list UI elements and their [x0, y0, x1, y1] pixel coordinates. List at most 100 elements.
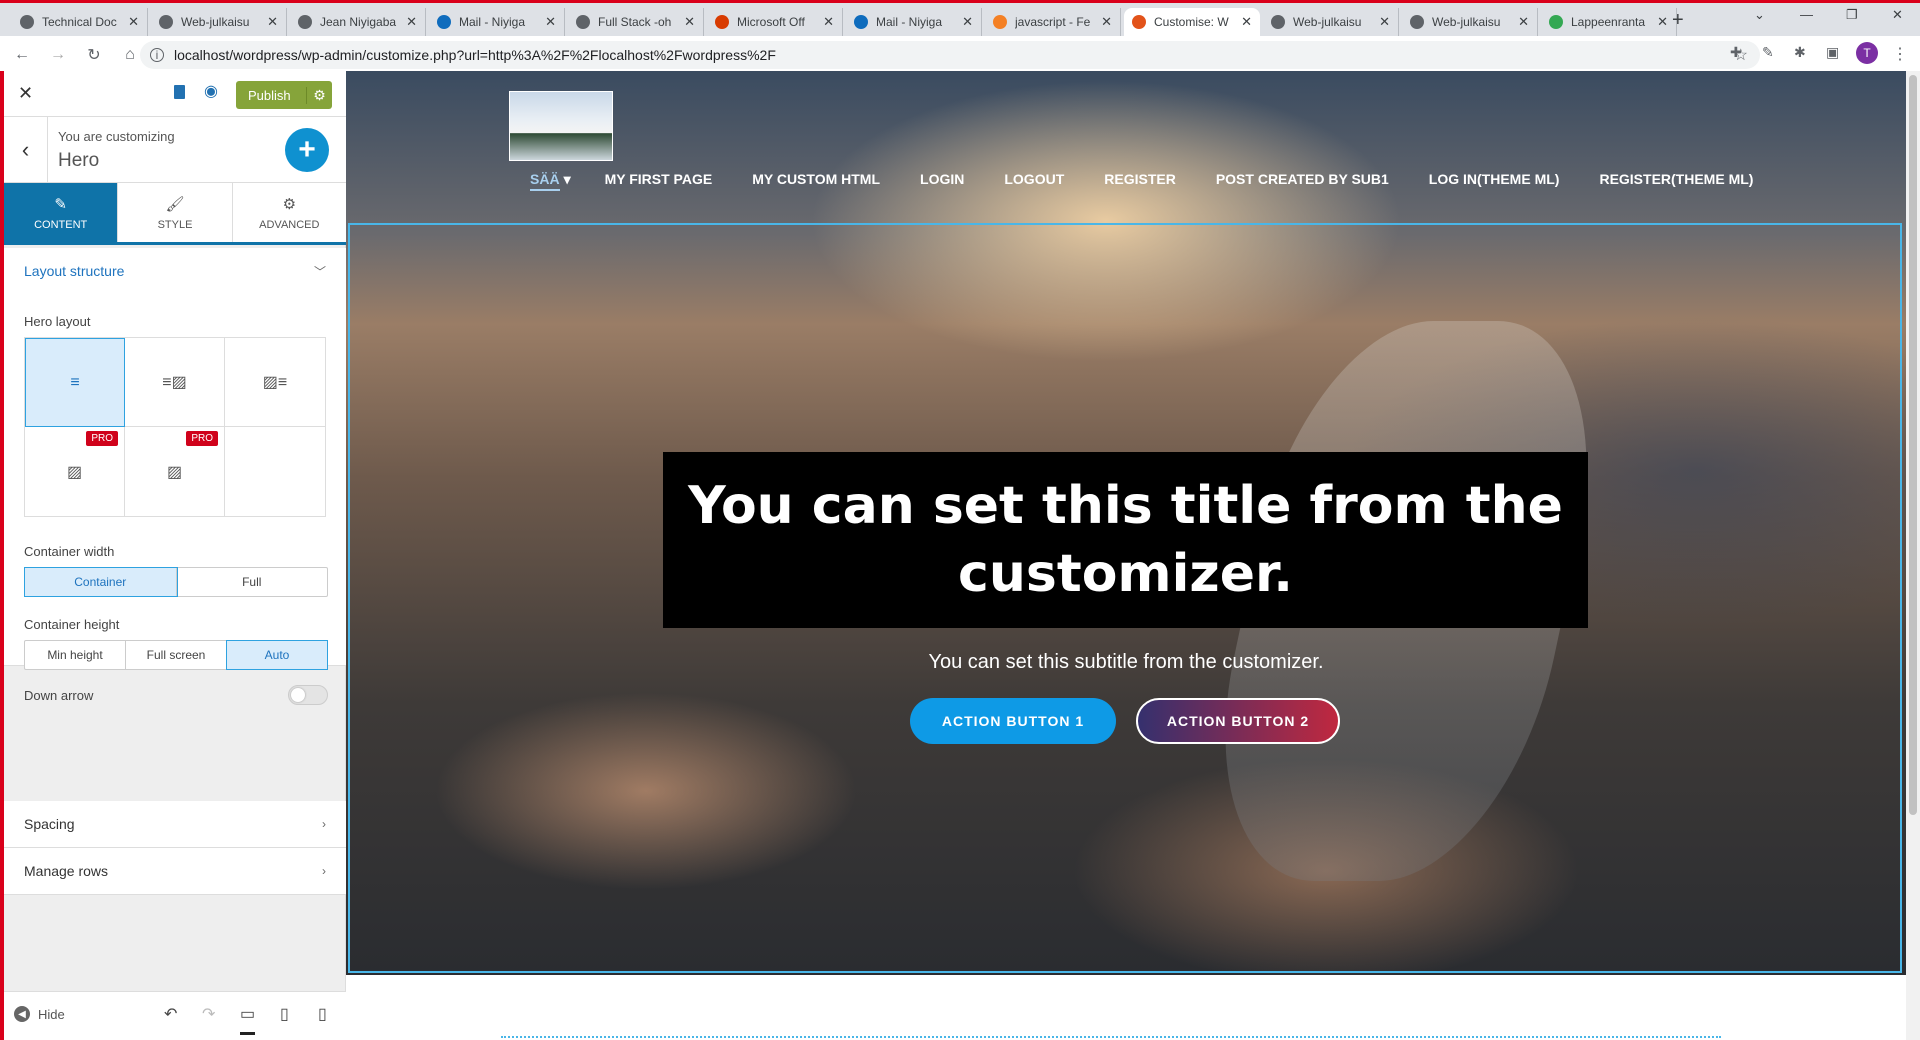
eyedropper-icon[interactable]: ✎: [1762, 44, 1774, 61]
layout-option-image-top[interactable]: PRO ▨: [25, 427, 125, 516]
tab-close-icon[interactable]: ✕: [823, 14, 834, 30]
browser-tab[interactable]: javascript - Fe ✕: [985, 8, 1121, 36]
image-top-icon: ▨: [66, 463, 83, 481]
layout-option-image-text[interactable]: ▨≡: [225, 338, 325, 427]
puzzle-icon[interactable]: ▣: [1826, 44, 1839, 61]
tab-favicon-icon: [1132, 15, 1146, 29]
site-nav-item[interactable]: REGISTER(THEME ML): [1599, 171, 1753, 191]
preview-scrollbar[interactable]: [1906, 71, 1920, 1040]
menu-kebab-icon[interactable]: ⋮: [1892, 44, 1908, 64]
tab-close-icon[interactable]: ✕: [406, 14, 417, 30]
action-button-2[interactable]: ACTION BUTTON 2: [1136, 698, 1340, 744]
container-height-auto[interactable]: Auto: [226, 640, 328, 670]
browser-tab[interactable]: Web-julkaisu ✕: [1402, 8, 1538, 36]
site-nav-item[interactable]: LOGIN: [920, 171, 964, 191]
browser-tab[interactable]: Microsoft Off ✕: [707, 8, 843, 36]
hero-layout-grid: ≡ ≡▨ ▨≡ PRO ▨ PRO ▨: [24, 337, 326, 517]
dropdown-caret-icon[interactable]: ▾: [564, 171, 571, 191]
browser-tab[interactable]: Mail - Niyiga ✕: [846, 8, 982, 36]
tab-close-icon[interactable]: ✕: [545, 14, 556, 30]
tab-close-icon[interactable]: ✕: [1101, 14, 1112, 30]
site-nav-item[interactable]: POST CREATED BY SUB1: [1216, 171, 1389, 191]
site-nav-item[interactable]: SÄÄ: [530, 171, 560, 191]
container-width-full[interactable]: Full: [177, 568, 328, 596]
publish-button[interactable]: Publish ⚙: [236, 81, 332, 109]
layout-option-image-bottom[interactable]: PRO ▨: [125, 427, 225, 516]
tab-close-icon[interactable]: ✕: [267, 14, 278, 30]
container-width-container[interactable]: Container: [24, 567, 178, 597]
tab-close-icon[interactable]: ✕: [684, 14, 695, 30]
tab-content[interactable]: ✎ CONTENT: [4, 183, 119, 242]
hide-controls-button[interactable]: ◀ Hide: [14, 1006, 65, 1022]
layout-option-centered[interactable]: ≡: [25, 338, 125, 427]
spacing-section[interactable]: Spacing ›: [4, 801, 346, 848]
tab-close-icon[interactable]: ✕: [1518, 14, 1529, 30]
tab-close-icon[interactable]: ✕: [962, 14, 973, 30]
tablet-preview-icon[interactable]: ▯: [280, 1004, 289, 1024]
bug-icon[interactable]: ✱: [1794, 44, 1806, 61]
tab-close-icon[interactable]: ✕: [1657, 14, 1668, 30]
site-logo[interactable]: [509, 91, 613, 161]
tab-title: Web-julkaisu: [181, 15, 250, 29]
tab-title: Web-julkaisu: [1293, 15, 1362, 29]
preview-eye-icon[interactable]: ◉: [204, 81, 218, 101]
tab-strip: Technical Doc ✕ Web-julkaisu ✕ Jean Niyigaba…: [0, 6, 1920, 36]
browser-tab[interactable]: Jean Niyigaba ✕: [290, 8, 426, 36]
tab-title: Lappeenranta: [1571, 15, 1646, 29]
chevron-down-icon: ﹀: [313, 264, 326, 279]
back-chevron-icon[interactable]: ‹: [4, 117, 48, 183]
layout-structure-toggle[interactable]: Layout structure ﹀: [4, 248, 346, 294]
publish-label: Publish: [248, 87, 291, 103]
tab-close-icon[interactable]: ✕: [1379, 14, 1390, 30]
close-window-button[interactable]: ✕: [1892, 7, 1903, 23]
layout-option-text-image[interactable]: ≡▨: [125, 338, 225, 427]
tab-style[interactable]: 🖌 STYLE: [118, 183, 233, 242]
add-plus-button[interactable]: +: [285, 128, 329, 172]
site-nav-item[interactable]: REGISTER: [1104, 171, 1176, 191]
address-bar[interactable]: i localhost/wordpress/wp-admin/customize…: [140, 41, 1760, 69]
desktop-preview-icon[interactable]: ▭: [240, 1004, 256, 1035]
restore-button[interactable]: ❐: [1846, 7, 1858, 23]
site-info-icon[interactable]: i: [150, 48, 164, 62]
tab-favicon-icon: [1271, 15, 1285, 29]
redo-icon[interactable]: ↷: [202, 1004, 215, 1024]
tab-title: Full Stack -oh: [598, 15, 672, 29]
browser-tab[interactable]: Technical Doc ✕: [12, 8, 148, 36]
extension-icon[interactable]: ✚: [1730, 44, 1742, 61]
new-tab-button[interactable]: +: [1672, 9, 1684, 32]
reload-button[interactable]: ↻: [80, 45, 108, 65]
hero-title[interactable]: You can set this title from the customiz…: [663, 452, 1588, 628]
down-arrow-toggle[interactable]: [288, 685, 328, 705]
browser-tab[interactable]: Lappeenranta ✕: [1541, 8, 1677, 36]
document-icon[interactable]: [174, 85, 185, 99]
container-height-fullscreen[interactable]: Full screen: [126, 641, 227, 669]
browser-tab[interactable]: Mail - Niyiga ✕: [429, 8, 565, 36]
action-button-1[interactable]: ACTION BUTTON 1: [910, 698, 1116, 744]
container-height-min[interactable]: Min height: [25, 641, 126, 669]
browser-tab[interactable]: Customise: W ✕: [1124, 8, 1260, 36]
site-nav-item[interactable]: MY CUSTOM HTML: [752, 171, 880, 191]
tab-favicon-icon: [1410, 15, 1424, 29]
manage-rows-section[interactable]: Manage rows ›: [4, 848, 346, 895]
minimize-button[interactable]: —: [1800, 7, 1813, 22]
scrollbar-thumb[interactable]: [1909, 75, 1917, 815]
close-icon[interactable]: ✕: [18, 83, 33, 104]
undo-icon[interactable]: ↶: [164, 1004, 177, 1024]
hero-subtitle[interactable]: You can set this subtitle from the custo…: [346, 651, 1906, 674]
tab-close-icon[interactable]: ✕: [128, 14, 139, 30]
publish-settings-gear-icon[interactable]: ⚙: [306, 86, 332, 104]
tab-search-icon[interactable]: ⌄: [1754, 7, 1765, 23]
browser-tab[interactable]: Full Stack -oh ✕: [568, 8, 704, 36]
site-nav-item[interactable]: LOGOUT: [1004, 171, 1064, 191]
profile-avatar[interactable]: T: [1856, 42, 1878, 64]
site-nav-item[interactable]: LOG IN(THEME ML): [1429, 171, 1560, 191]
browser-tab[interactable]: Web-julkaisu ✕: [151, 8, 287, 36]
brush-icon: 🖌: [165, 195, 185, 213]
tab-advanced[interactable]: ⚙ ADVANCED: [233, 183, 346, 242]
mobile-preview-icon[interactable]: ▯: [318, 1004, 327, 1024]
forward-button[interactable]: →: [44, 46, 72, 64]
tab-close-icon[interactable]: ✕: [1241, 14, 1252, 30]
back-button[interactable]: ←: [8, 46, 36, 64]
browser-tab[interactable]: Web-julkaisu ✕: [1263, 8, 1399, 36]
site-nav-item[interactable]: MY FIRST PAGE: [605, 171, 713, 191]
